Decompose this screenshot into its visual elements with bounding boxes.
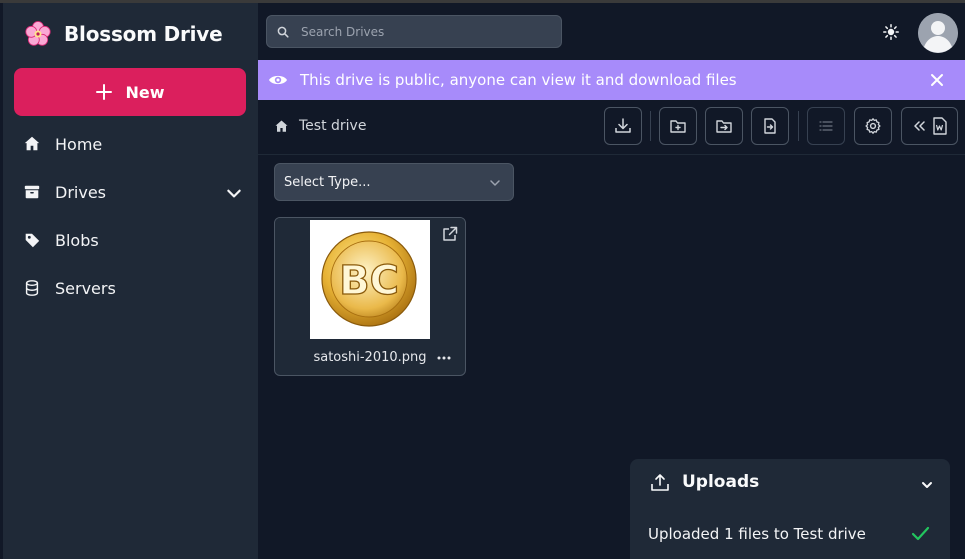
external-link-icon[interactable] [441,225,459,243]
banner-text: This drive is public, anyone can view it… [300,71,737,89]
brand[interactable]: Blossom Drive [24,20,223,48]
move-file-button[interactable] [751,107,789,145]
file-move-icon [764,118,776,134]
settings-button[interactable] [854,107,892,145]
home-icon [24,136,40,151]
breadcrumb: Test drive [274,118,366,134]
toolbar-divider [798,111,799,141]
list-view-button[interactable] [807,107,845,145]
sidebar-item-label: Blobs [55,230,99,250]
blossom-logo-icon [25,21,51,46]
list-icon [819,121,833,131]
gear-icon [865,118,881,134]
upload-status-message: Uploaded 1 files to Test drive [648,525,866,543]
type-filter-select[interactable]: Select Type... [274,163,514,201]
sidebar-item-label: Drives [55,182,106,202]
folder-move-icon [716,120,732,133]
breadcrumb-drive-name[interactable]: Test drive [299,118,366,134]
search-box[interactable] [266,15,562,48]
toggle-details-panel-button[interactable] [901,107,958,145]
home-icon[interactable] [274,119,289,134]
close-icon[interactable] [929,72,945,88]
new-button[interactable]: New [14,68,246,116]
sidebar-item-home[interactable]: Home [23,128,245,160]
toolbar-divider [258,154,965,155]
tag-icon [25,233,40,248]
sidebar-item-label: Home [55,134,103,154]
main-panel: This drive is public, anyone can view it… [258,3,965,559]
file-thumbnail-area: BC [275,218,465,339]
coin-letters: BC [339,258,399,304]
chevron-down-icon[interactable] [920,478,934,492]
chevrons-left-icon [913,121,925,131]
upload-icon [651,474,669,491]
avatar[interactable] [918,13,958,53]
file-thumbnail[interactable]: BC [310,220,430,339]
file-word-icon [932,117,947,135]
download-button[interactable] [604,107,642,145]
new-button-label: New [125,82,165,102]
chevron-down-icon[interactable] [225,184,243,202]
file-card[interactable]: BC satoshi-2010.png [274,217,466,376]
toolbar-divider [650,111,651,141]
sidebar-item-drives[interactable]: Drives [23,176,245,208]
new-folder-button[interactable] [659,107,697,145]
plus-icon [96,84,113,100]
download-icon [615,118,631,133]
uploads-panel: Uploads Uploaded 1 files to Test drive [630,459,950,559]
sidebar-item-blobs[interactable]: Blobs [23,224,245,256]
sidebar-item-servers[interactable]: Servers [23,272,245,304]
app-title: Blossom Drive [64,22,223,46]
move-to-folder-button[interactable] [705,107,743,145]
uploads-header[interactable]: Uploads [650,472,759,492]
check-icon [911,526,930,541]
search-icon [277,26,289,38]
folder-plus-icon [670,120,686,133]
public-drive-banner: This drive is public, anyone can view it… [258,60,965,100]
more-horizontal-icon[interactable] [437,356,451,360]
archive-icon [24,185,40,199]
sidebar: Blossom Drive New Home Drives Blobs Serv… [3,3,258,559]
coin-image: BC [321,231,417,327]
eye-icon [269,75,287,85]
chevron-down-icon [490,180,500,186]
user-avatar-icon [918,13,958,53]
type-filter-value: Select Type... [284,174,371,190]
uploads-title: Uploads [682,472,760,492]
database-icon [25,280,39,296]
sidebar-item-label: Servers [55,278,116,298]
search-input[interactable] [301,24,551,39]
sun-icon[interactable] [883,24,899,40]
